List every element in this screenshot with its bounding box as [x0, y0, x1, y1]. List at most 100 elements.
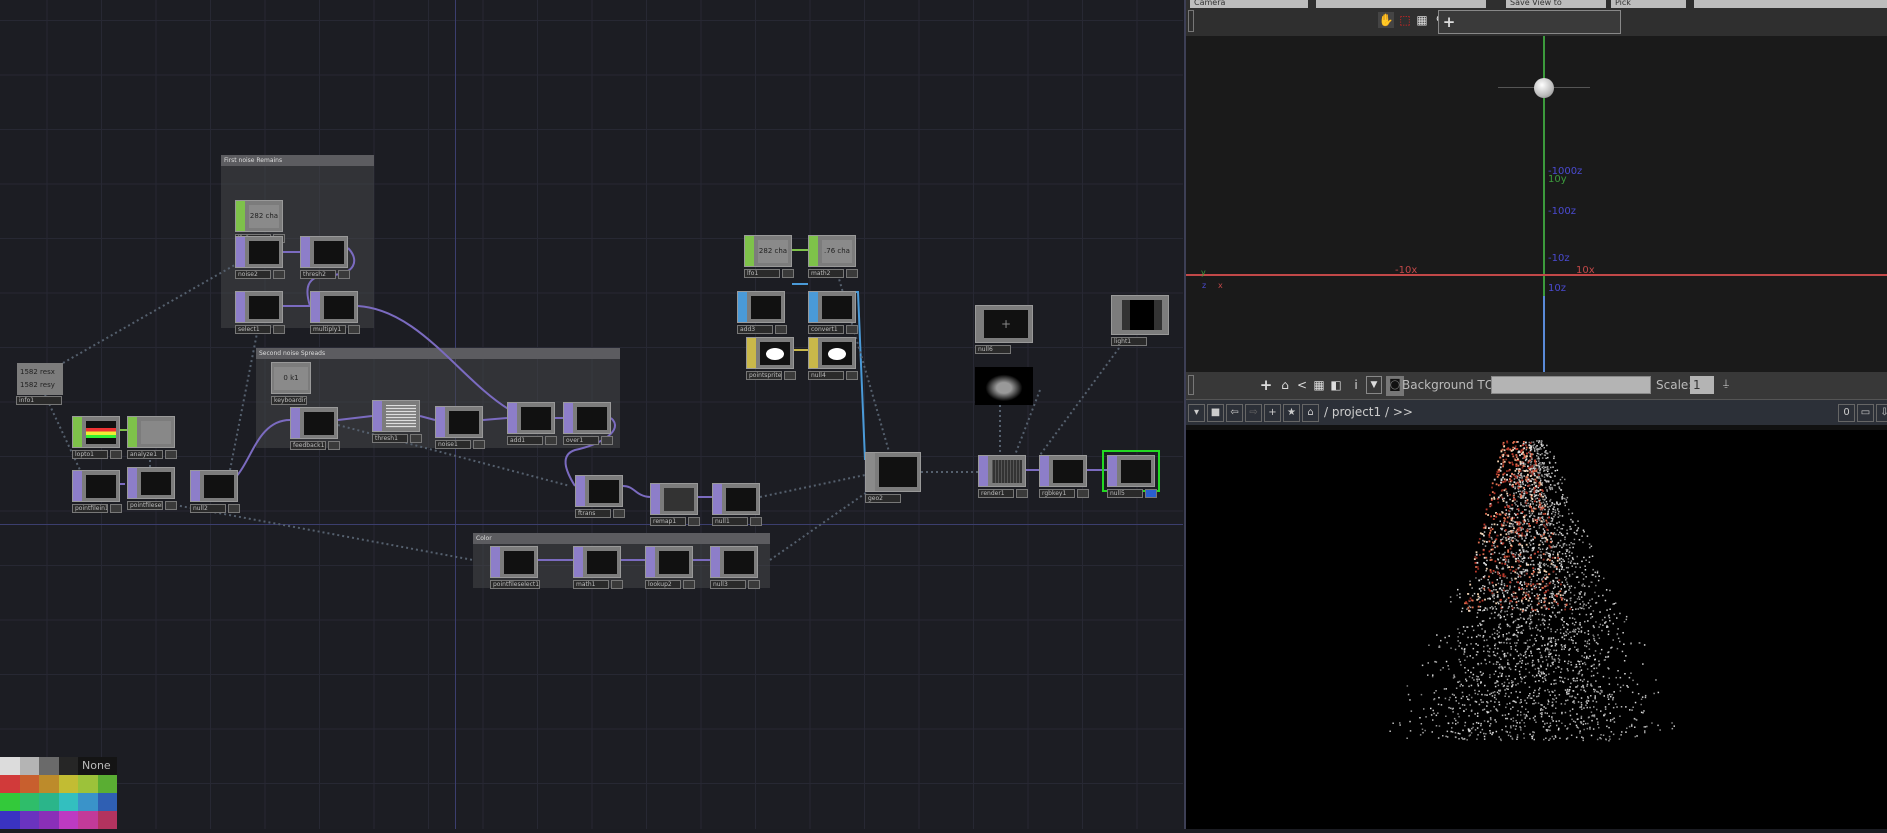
palette-swatch[interactable]	[78, 811, 98, 829]
viewer-pane[interactable]: Camera Save View to Pick ✋ ⬚ ▦ ⚲ + -1000…	[1184, 0, 1887, 829]
pick-dropdown[interactable]: Pick	[1611, 0, 1686, 8]
node-null3[interactable]: null3	[710, 546, 760, 589]
stop-icon[interactable]: ■	[1207, 404, 1224, 422]
palette-swatch[interactable]	[19, 793, 39, 811]
node-pointfileselect[interactable]: pointfileselect	[127, 467, 177, 510]
window-icon[interactable]: ▭	[1857, 404, 1874, 422]
node-label: select1	[235, 325, 271, 334]
forward-arrow-icon[interactable]: ⇨	[1245, 404, 1262, 422]
dropdown-icon[interactable]: ▼	[1366, 376, 1382, 394]
node-convert1[interactable]: convert1	[808, 291, 858, 334]
palette-swatch[interactable]	[58, 757, 78, 775]
node-select1[interactable]: select1	[235, 291, 285, 334]
share-icon[interactable]: <	[1294, 377, 1310, 393]
node-lfo2[interactable]: 282 chalfo2	[235, 200, 285, 243]
node-null2[interactable]: null2	[190, 470, 240, 513]
node-thumbnail	[314, 241, 344, 264]
node-lookup2[interactable]: lookup2	[645, 546, 695, 589]
menu-down-icon[interactable]: ▾	[1188, 404, 1205, 422]
download-icon[interactable]: ⇩	[1876, 404, 1887, 422]
3d-viewport[interactable]: -1000z 10y -100z -10z -10x 10x 10z y z x	[1186, 36, 1887, 372]
node-multiply1[interactable]: multiply1	[310, 291, 360, 334]
palette-swatch[interactable]	[19, 775, 39, 793]
palette-swatch[interactable]	[78, 793, 98, 811]
palette-swatch[interactable]	[39, 757, 59, 775]
node-lfo1[interactable]: 282 cha lfo1	[744, 235, 794, 278]
camera-dropdown[interactable]: Camera	[1190, 0, 1308, 8]
node-noise1[interactable]: noise1	[435, 406, 485, 449]
home-icon[interactable]: ⌂	[1302, 404, 1319, 422]
palette-swatch[interactable]	[97, 775, 117, 793]
render-viewer[interactable]	[1186, 430, 1887, 829]
node-null6[interactable]: + null6	[975, 305, 1033, 354]
node-add1[interactable]: add1	[507, 402, 557, 445]
node-label: pointfileselect	[127, 501, 163, 510]
node-over1[interactable]: over1	[563, 402, 613, 445]
network-editor[interactable]: First noise Remains Second noise Spreads…	[0, 0, 1183, 829]
node-null4[interactable]: null4	[808, 337, 858, 380]
node-geo2[interactable]: geo2	[865, 452, 921, 503]
info-icon[interactable]: i	[1348, 377, 1364, 393]
node-thumbnail	[386, 405, 416, 428]
plus-icon[interactable]: +	[1441, 14, 1457, 30]
node-label: math1	[573, 580, 609, 589]
node-math2[interactable]: .76 cha math2	[808, 235, 858, 278]
color-palette[interactable]: None	[0, 757, 117, 829]
node-pointfileselect1[interactable]: pointfileselect1	[490, 546, 540, 589]
hand-icon[interactable]: ✋	[1378, 12, 1394, 28]
palette-swatch[interactable]	[58, 793, 78, 811]
palette-swatch[interactable]	[58, 811, 78, 829]
palette-swatch[interactable]	[97, 811, 117, 829]
node-info1[interactable]: 1582 resx 1582 resy	[17, 363, 63, 395]
palette-swatch[interactable]	[19, 757, 39, 775]
node-render1[interactable]: render1	[978, 455, 1028, 498]
background-top-input[interactable]	[1491, 376, 1651, 394]
home-icon[interactable]: ⌂	[1277, 377, 1293, 393]
node-lopto1[interactable]: lopto1	[72, 416, 122, 459]
palette-swatch[interactable]	[39, 811, 59, 829]
grid-icon[interactable]: ▦	[1311, 377, 1327, 393]
node-thresh2[interactable]: thresh2	[300, 236, 350, 279]
node-light1[interactable]: light1	[1111, 295, 1169, 346]
light-icon[interactable]	[1534, 78, 1554, 98]
back-arrow-icon[interactable]: ⇦	[1226, 404, 1243, 422]
node-add3[interactable]: add3	[737, 291, 787, 334]
grid-icon[interactable]: ▦	[1414, 12, 1430, 28]
palette-swatch[interactable]	[0, 757, 20, 775]
palette-swatch[interactable]	[39, 793, 59, 811]
palette-swatch[interactable]	[0, 811, 20, 829]
node-thresh1[interactable]: thresh1	[372, 400, 422, 443]
node-math1[interactable]: math1	[573, 546, 623, 589]
node-ftrans[interactable]: ftrans	[575, 475, 625, 518]
save-view-dropdown[interactable]: Save View to	[1506, 0, 1606, 8]
network-path[interactable]: / project1 / >>	[1324, 405, 1413, 419]
plus-icon[interactable]: +	[1258, 377, 1274, 393]
palette-swatch[interactable]	[19, 811, 39, 829]
palette-swatch[interactable]	[58, 775, 78, 793]
node-remap1[interactable]: remap1	[650, 483, 700, 526]
palette-swatch[interactable]	[97, 793, 117, 811]
node-feedback1[interactable]: feedback1	[290, 407, 340, 450]
node-thumbnail	[86, 475, 116, 498]
node-rgbkey1[interactable]: rgbkey1	[1039, 455, 1089, 498]
add-icon[interactable]: +	[1264, 404, 1281, 422]
palette-swatch[interactable]	[78, 775, 98, 793]
node-pointfilein1[interactable]: pointfilein1	[72, 470, 122, 513]
node-null1[interactable]: null1	[712, 483, 762, 526]
scale-input[interactable]: 1	[1690, 376, 1714, 394]
palette-none[interactable]: None	[78, 757, 117, 775]
node-label: convert1	[808, 325, 844, 334]
star-icon[interactable]: ★	[1283, 404, 1300, 422]
select-icon[interactable]: ⬚	[1397, 12, 1413, 28]
palette-swatch[interactable]	[0, 775, 20, 793]
cube-icon[interactable]: ◧	[1328, 377, 1344, 393]
transform-field[interactable]: +	[1438, 10, 1621, 34]
node-null5[interactable]: null5	[1102, 450, 1160, 498]
node-analyze1[interactable]: analyze1	[127, 416, 177, 459]
palette-swatch[interactable]	[39, 775, 59, 793]
node-keyboardin1[interactable]: 0 k1 keyboardin1	[271, 362, 311, 405]
node-pointsprite1[interactable]: pointsprite1	[746, 337, 796, 380]
palette-swatch[interactable]	[0, 793, 20, 811]
node-noise2[interactable]: noise2	[235, 236, 285, 279]
pin-icon[interactable]: ⍊	[1718, 376, 1734, 392]
